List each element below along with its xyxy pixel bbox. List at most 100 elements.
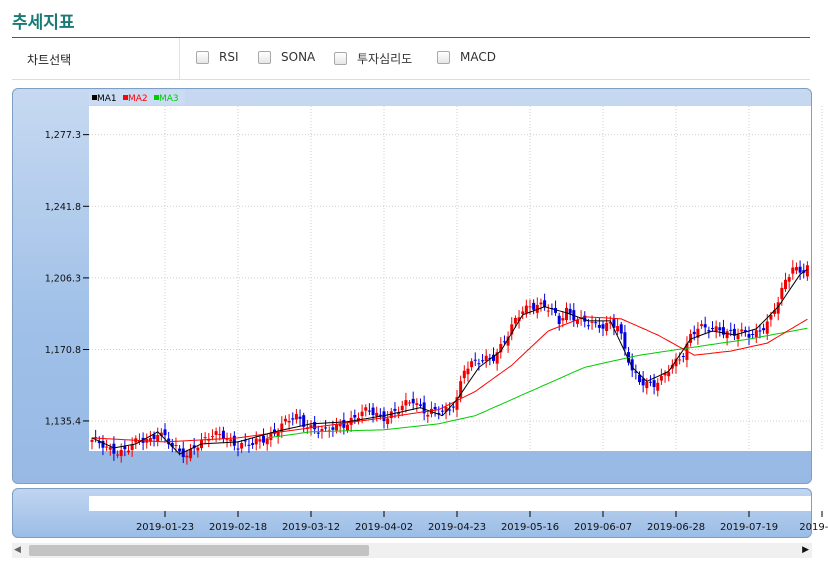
candle-body	[794, 267, 798, 271]
candle-body	[543, 300, 547, 308]
candle-body	[681, 355, 685, 357]
candle-body	[291, 418, 295, 420]
scroll-left-arrow-icon[interactable]: ◀	[14, 545, 21, 555]
legend-label: MA1	[97, 94, 117, 104]
x-tick-label: 2019-05-16	[501, 522, 559, 533]
candle-body	[324, 427, 328, 429]
candle-body	[116, 454, 120, 456]
candle-body	[667, 372, 671, 377]
candle-body	[367, 410, 371, 412]
candle-body	[335, 424, 339, 431]
candle-body	[692, 331, 696, 335]
candle-body	[714, 326, 718, 332]
y-tick-label: 1,206.3	[45, 273, 81, 284]
candle-body	[189, 448, 193, 459]
candle-body	[513, 317, 517, 324]
candle-body	[316, 432, 320, 434]
candle-body	[605, 322, 609, 332]
candle-body	[287, 420, 291, 423]
price-chart: 2019-01-23 2019-02-18 2019-03-12 2019-04-02…	[45, 90, 828, 533]
candle-body	[700, 324, 704, 327]
candle-body	[656, 382, 660, 391]
candle-body	[648, 381, 652, 383]
candle-body	[521, 311, 525, 314]
x-tick-label: 2019-04-02	[355, 522, 413, 533]
candle-body	[174, 445, 178, 447]
candle-body	[203, 437, 207, 439]
candle-body	[108, 447, 112, 450]
candle-body	[152, 434, 156, 440]
candle-body	[375, 412, 379, 417]
candle-body	[156, 434, 160, 441]
candle-body	[130, 444, 134, 450]
candle-body	[269, 432, 273, 440]
candle-body	[470, 361, 474, 368]
candle-body	[601, 324, 605, 329]
candle-body	[346, 424, 349, 431]
candle-body	[360, 411, 364, 417]
candle-body	[283, 418, 287, 422]
y-tick-label: 1,135.4	[45, 416, 81, 427]
candle-body	[178, 448, 182, 452]
candle-body	[707, 330, 711, 332]
candle-body	[105, 446, 109, 448]
x-tick-label: 2019-08-	[799, 522, 828, 533]
candle-body	[751, 334, 755, 336]
candle-body	[645, 381, 649, 389]
x-tick-label: 2019-06-28	[647, 522, 705, 533]
y-tick-label: 1,170.8	[45, 345, 81, 356]
candle-body	[313, 421, 317, 430]
chart-scrollbar[interactable]: ◀ ▶	[12, 543, 812, 558]
scroll-thumb[interactable]	[29, 545, 369, 556]
candle-body	[703, 324, 707, 328]
candle-body	[787, 277, 791, 282]
candle-body	[791, 267, 795, 274]
candle-body	[119, 450, 123, 457]
y-tick-label: 1,241.8	[45, 202, 81, 213]
candle-body	[557, 315, 561, 325]
candle-body	[462, 370, 466, 379]
legend-label: MA2	[128, 94, 148, 104]
candle-body	[473, 359, 477, 361]
candle-body	[524, 305, 528, 313]
candle-body	[221, 430, 225, 440]
candle-body	[404, 400, 408, 406]
candle-body	[112, 443, 116, 454]
candle-body	[411, 398, 415, 404]
candle-body	[758, 330, 762, 332]
candle-body	[265, 438, 269, 445]
candle-body	[415, 403, 419, 406]
candle-body	[262, 435, 266, 443]
candle-body	[539, 302, 543, 305]
candle-body	[747, 333, 751, 338]
candle-body	[229, 439, 233, 442]
candle-body	[481, 360, 485, 362]
candle-body	[590, 321, 594, 323]
candle-body	[225, 439, 229, 441]
scroll-right-arrow-icon[interactable]: ▶	[802, 545, 809, 555]
candle-body	[546, 310, 550, 312]
candle-body	[729, 329, 733, 331]
y-tick-label: 1,277.3	[45, 130, 81, 141]
candle-body	[258, 439, 262, 442]
candle-body	[294, 413, 298, 420]
candle-body	[561, 318, 565, 321]
candle-body	[568, 308, 572, 314]
candle-body	[123, 446, 127, 450]
candle-body	[232, 435, 236, 446]
candle-body	[659, 376, 663, 381]
x-tick-label: 2019-03-12	[282, 522, 340, 533]
candle-body	[298, 416, 302, 419]
candle-body	[780, 287, 784, 299]
candle-body	[320, 429, 324, 432]
candle-body	[740, 329, 744, 332]
candle-body	[736, 334, 740, 340]
candle-body	[565, 307, 568, 320]
candle-body	[240, 443, 244, 449]
x-tick-label: 2019-06-07	[574, 522, 632, 533]
candle-body	[400, 405, 404, 411]
candle-body	[236, 448, 240, 450]
candle-body	[163, 429, 167, 436]
candle-body	[378, 414, 382, 416]
candle-body	[725, 331, 729, 339]
